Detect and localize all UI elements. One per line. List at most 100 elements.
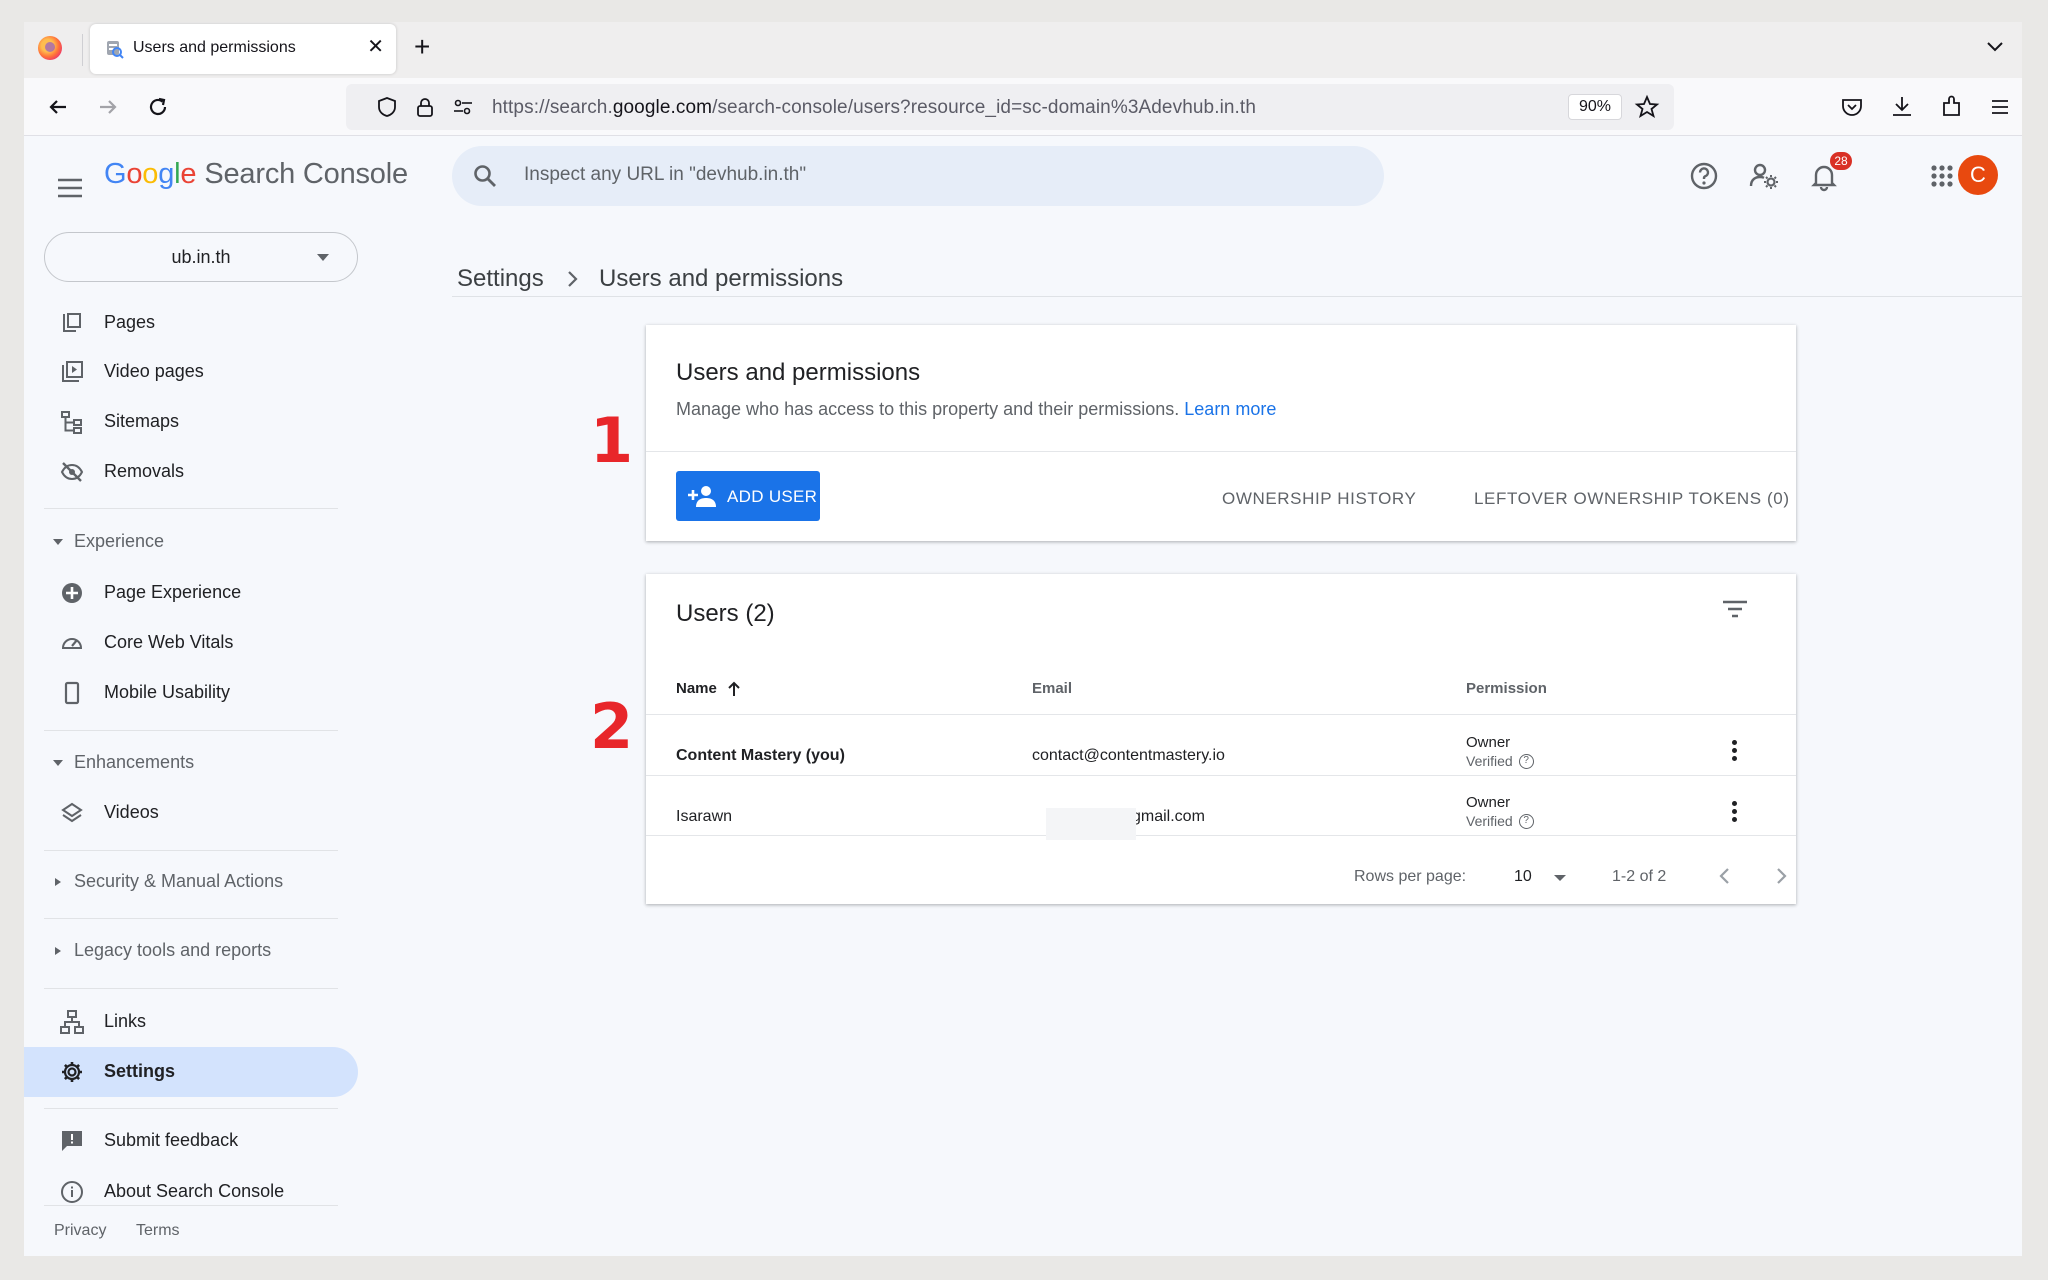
forward-arrow-icon[interactable]: [94, 93, 122, 121]
sidebar-divider: [44, 1108, 338, 1109]
close-icon[interactable]: ✕: [367, 34, 384, 59]
terms-link[interactable]: Terms: [136, 1222, 180, 1240]
video-pages-icon: [62, 361, 83, 382]
ownership-history-button[interactable]: OWNERSHIP HISTORY: [1222, 489, 1416, 509]
sidebar-section-experience[interactable]: Experience: [24, 522, 358, 562]
learn-more-link[interactable]: Learn more: [1184, 399, 1276, 419]
new-tab-icon[interactable]: +: [414, 32, 430, 62]
bookmark-star-icon[interactable]: [1634, 94, 1660, 120]
sidebar-section-enhancements[interactable]: Enhancements: [24, 743, 358, 783]
browser-tab[interactable]: Users and permissions ✕: [90, 24, 396, 74]
sidebar-divider: [44, 850, 338, 851]
caret-down-icon: [53, 539, 63, 545]
tab-title: Users and permissions: [133, 39, 296, 56]
user-permission: Owner Verified?: [1466, 794, 1534, 829]
menu-icon[interactable]: [1986, 93, 2014, 121]
search-console-favicon-icon: [107, 41, 124, 59]
privacy-link[interactable]: Privacy: [54, 1222, 106, 1240]
sidebar-item-mobile-usability[interactable]: Mobile Usability: [24, 668, 358, 718]
info-icon: [61, 1181, 83, 1203]
tab-strip: Users and permissions ✕ +: [24, 22, 2022, 78]
sidebar-section-security[interactable]: Security & Manual Actions: [24, 862, 358, 902]
reload-icon[interactable]: [144, 93, 172, 121]
chevron-left-icon[interactable]: [1716, 866, 1734, 886]
caret-right-icon: [55, 947, 61, 955]
row-divider: [646, 835, 1796, 836]
download-icon[interactable]: [1888, 93, 1916, 121]
sidebar-item-pages[interactable]: Pages: [24, 298, 358, 348]
users-permissions-card: Users and permissions Manage who has acc…: [646, 325, 1796, 541]
redacted-email-block: [1046, 808, 1136, 840]
sidebar-item-video-pages[interactable]: Video pages: [24, 347, 358, 397]
site-permissions-icon[interactable]: [452, 96, 474, 118]
sidebar-section-legacy[interactable]: Legacy tools and reports: [24, 931, 358, 971]
manage-users-icon[interactable]: [1748, 160, 1780, 192]
card-divider: [646, 451, 1796, 452]
row-actions-more-icon[interactable]: [1732, 801, 1738, 825]
links-icon: [60, 1010, 84, 1034]
leftover-tokens-button[interactable]: LEFTOVER OWNERSHIP TOKENS (0): [1474, 489, 1790, 509]
search-icon: [474, 165, 496, 187]
column-header-name[interactable]: Name: [676, 680, 717, 697]
removals-icon: [60, 462, 84, 482]
apps-grid-icon[interactable]: [1926, 160, 1958, 192]
url-bar[interactable]: https://search.google.com/search-console…: [346, 84, 1674, 130]
search-input[interactable]: Inspect any URL in "devhub.in.th": [524, 164, 806, 186]
hamburger-menu-icon[interactable]: [56, 176, 84, 200]
user-name: Isarawn: [676, 808, 733, 825]
property-selector[interactable]: ub.in.th: [44, 232, 358, 282]
sidebar-divider: [44, 988, 338, 989]
pocket-icon[interactable]: [1838, 93, 1866, 121]
chevron-right-icon: [568, 271, 578, 287]
help-icon[interactable]: [1688, 160, 1720, 192]
sidebar-item-about[interactable]: About Search Console: [24, 1167, 358, 1217]
url-inspection-search[interactable]: Inspect any URL in "devhub.in.th": [452, 146, 1384, 206]
sidebar-item-links[interactable]: Links: [24, 997, 358, 1047]
sidebar-item-videos[interactable]: Videos: [24, 788, 358, 838]
row-actions-more-icon[interactable]: [1732, 740, 1738, 764]
avatar[interactable]: C: [1958, 155, 1998, 195]
sort-arrow-up-icon[interactable]: [726, 680, 742, 698]
sidebar-divider: [44, 1205, 338, 1206]
row-divider: [646, 714, 1796, 715]
add-user-button[interactable]: ADD USER: [676, 471, 820, 521]
chevron-right-icon[interactable]: [1772, 866, 1790, 886]
mobile-icon: [64, 681, 80, 705]
sidebar-item-sitemaps[interactable]: Sitemaps: [24, 397, 358, 447]
users-table-card: Users (2) Name Email Permission Content …: [646, 574, 1796, 904]
browser-window: Users and permissions ✕ + https://search…: [24, 22, 2022, 1256]
sidebar-item-core-web-vitals[interactable]: Core Web Vitals: [24, 618, 358, 668]
notification-badge: 28: [1830, 152, 1852, 170]
lock-icon[interactable]: [414, 96, 436, 118]
dropdown-arrow-icon: [1554, 875, 1566, 881]
page-experience-icon: [62, 583, 82, 603]
search-console-logo[interactable]: Google Search Console: [104, 158, 408, 191]
extensions-icon[interactable]: [1938, 93, 1966, 121]
sidebar-item-submit-feedback[interactable]: Submit feedback: [24, 1116, 358, 1166]
back-arrow-icon[interactable]: [44, 93, 72, 121]
card-title: Users and permissions: [676, 359, 921, 386]
property-name: ub.in.th: [171, 247, 231, 267]
annotation-2: 2: [590, 690, 634, 763]
dropdown-arrow-icon: [317, 254, 329, 261]
help-icon[interactable]: ?: [1518, 753, 1534, 769]
sidebar-item-page-experience[interactable]: Page Experience: [24, 568, 358, 618]
add-person-icon: [688, 486, 716, 507]
shield-icon[interactable]: [376, 96, 398, 118]
sidebar-item-settings[interactable]: Settings: [24, 1047, 358, 1097]
videos-icon: [61, 802, 83, 823]
firefox-icon[interactable]: [38, 36, 62, 60]
breadcrumb-settings[interactable]: Settings: [457, 265, 544, 293]
sidebar-divider: [44, 918, 338, 919]
chevron-down-icon[interactable]: [1984, 35, 2006, 57]
filter-icon[interactable]: [1722, 598, 1748, 620]
zoom-level[interactable]: 90%: [1567, 94, 1622, 120]
help-icon[interactable]: ?: [1518, 813, 1534, 829]
url-text[interactable]: https://search.google.com/search-console…: [492, 97, 1256, 119]
feedback-icon: [62, 1131, 82, 1151]
rows-per-page-select[interactable]: 10: [1514, 862, 1574, 890]
user-email: contact@contentmastery.io: [1032, 747, 1225, 764]
sidebar-item-removals[interactable]: Removals: [24, 447, 358, 497]
gear-icon: [62, 1062, 82, 1082]
sitemaps-icon: [61, 411, 82, 434]
